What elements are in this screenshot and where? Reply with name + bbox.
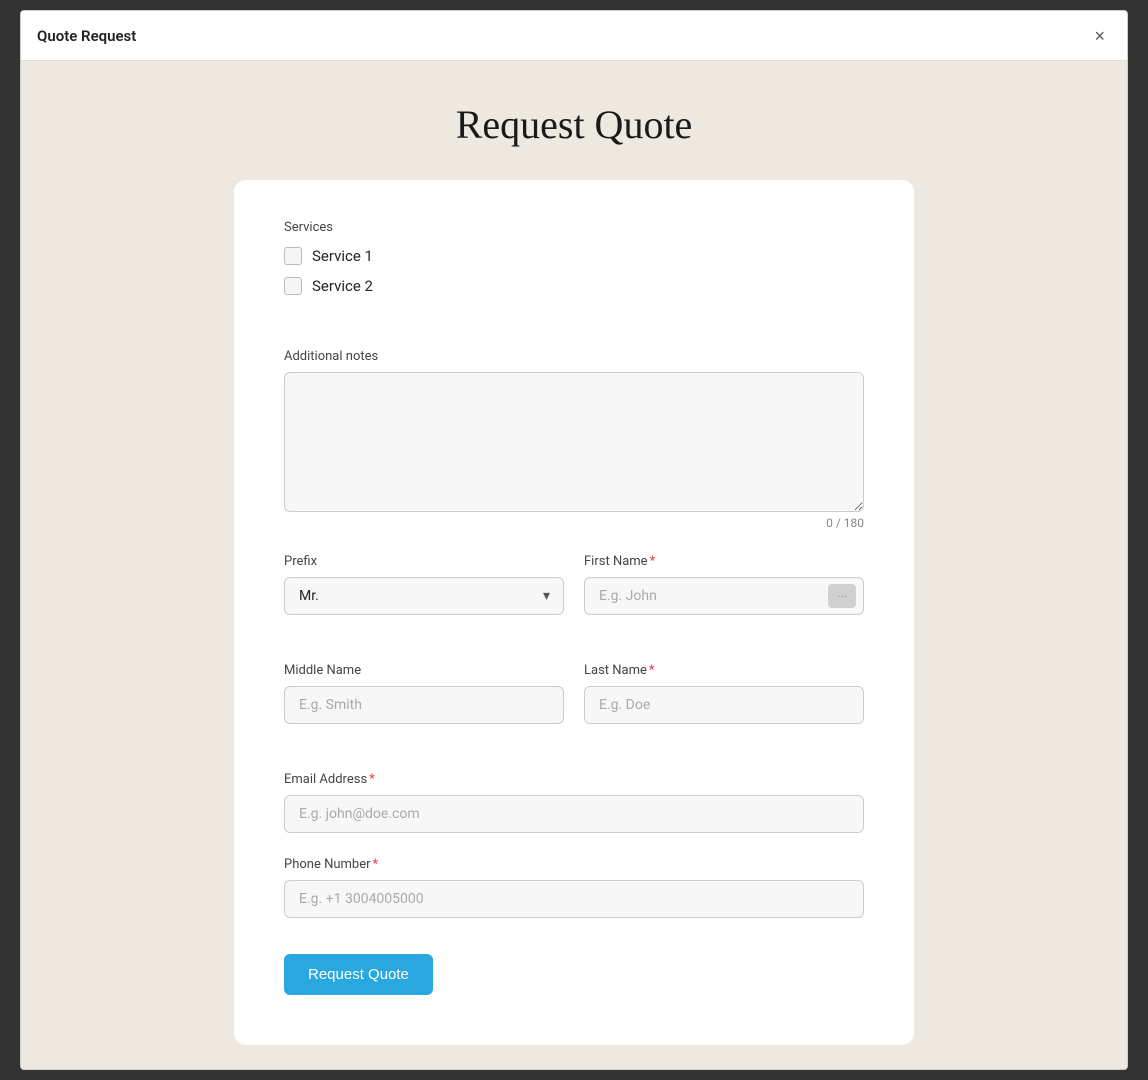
email-input[interactable] xyxy=(284,795,864,833)
page-title: Request Quote xyxy=(456,101,693,148)
last-name-required: * xyxy=(649,663,655,678)
prefix-label: Prefix xyxy=(284,554,564,569)
modal-header: Quote Request × xyxy=(21,11,1127,61)
service1-checkbox[interactable] xyxy=(284,247,302,265)
services-section: Services Service 1 Service 2 xyxy=(284,220,864,325)
additional-notes-textarea[interactable] xyxy=(284,372,864,512)
close-button[interactable]: × xyxy=(1088,25,1111,47)
email-field: Email Address* xyxy=(284,772,864,833)
modal-body: Request Quote Services Service 1 Service… xyxy=(21,61,1127,1069)
first-name-input[interactable] xyxy=(584,577,864,615)
prefix-firstname-row: Prefix Mr. Mrs. Ms. Dr. ▾ First Name* xyxy=(284,554,864,639)
phone-label: Phone Number* xyxy=(284,857,864,872)
services-label: Services xyxy=(284,220,864,235)
last-name-label: Last Name* xyxy=(584,663,864,678)
service2-label: Service 2 xyxy=(312,277,373,295)
last-name-field: Last Name* xyxy=(584,663,864,724)
modal-title: Quote Request xyxy=(37,27,136,45)
phone-input[interactable] xyxy=(284,880,864,918)
service2-checkbox[interactable] xyxy=(284,277,302,295)
email-label: Email Address* xyxy=(284,772,864,787)
service2-checkbox-item[interactable]: Service 2 xyxy=(284,277,864,295)
first-name-field: First Name* ··· xyxy=(584,554,864,615)
first-name-required: * xyxy=(650,554,656,569)
prefix-select[interactable]: Mr. Mrs. Ms. Dr. xyxy=(284,577,564,615)
char-count: 0 / 180 xyxy=(284,516,864,530)
middle-lastname-row: Middle Name Last Name* xyxy=(284,663,864,748)
service1-label: Service 1 xyxy=(312,247,373,265)
middle-name-input[interactable] xyxy=(284,686,564,724)
prefix-select-wrapper: Mr. Mrs. Ms. Dr. ▾ xyxy=(284,577,564,615)
form-card: Services Service 1 Service 2 Additional … xyxy=(234,180,914,1045)
prefix-field: Prefix Mr. Mrs. Ms. Dr. ▾ xyxy=(284,554,564,615)
service1-checkbox-item[interactable]: Service 1 xyxy=(284,247,864,265)
checkbox-group: Service 1 Service 2 xyxy=(284,247,864,295)
modal-window: Quote Request × Request Quote Services S… xyxy=(20,10,1128,1070)
middle-name-field: Middle Name xyxy=(284,663,564,724)
last-name-input[interactable] xyxy=(584,686,864,724)
additional-notes-label: Additional notes xyxy=(284,349,864,364)
phone-field: Phone Number* xyxy=(284,857,864,918)
submit-button[interactable]: Request Quote xyxy=(284,954,433,995)
additional-notes-field: Additional notes 0 / 180 xyxy=(284,349,864,530)
first-name-icon-button[interactable]: ··· xyxy=(828,584,856,608)
first-name-input-wrapper: ··· xyxy=(584,577,864,615)
phone-required: * xyxy=(373,857,379,872)
middle-name-label: Middle Name xyxy=(284,663,564,678)
first-name-label: First Name* xyxy=(584,554,864,569)
email-required: * xyxy=(369,772,375,787)
